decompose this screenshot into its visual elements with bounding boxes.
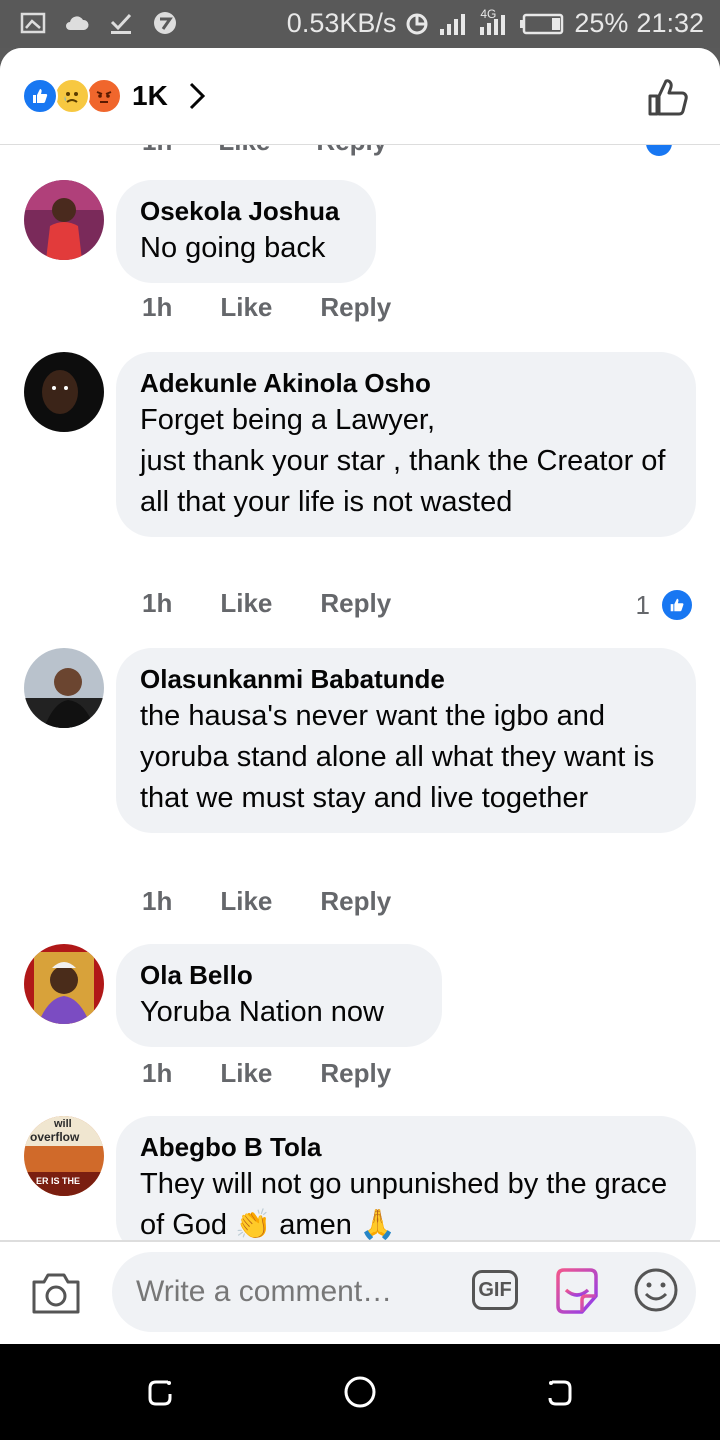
camera-icon[interactable] xyxy=(30,1270,82,1316)
comment-time: 1h xyxy=(142,886,173,916)
status-bar: 0.53KB/s 4G 25% 21:32 xyxy=(0,0,720,48)
comment-author[interactable]: Adekunle Akinola Osho xyxy=(140,366,672,400)
sync-icon xyxy=(406,13,428,34)
clock: 21:32 xyxy=(636,8,704,38)
reaction-number: 1 xyxy=(635,589,650,620)
reaction-count: 1K xyxy=(132,80,168,111)
comment-author[interactable]: Abegbo B Tola xyxy=(140,1130,672,1164)
avatar[interactable]: will overflow ER IS THE xyxy=(24,1116,104,1196)
comment-text: No going back xyxy=(140,232,326,264)
reply-link[interactable]: Reply xyxy=(320,588,391,619)
avatar[interactable] xyxy=(24,352,104,432)
reply-link[interactable]: Reply xyxy=(320,292,391,323)
partial-like-badge xyxy=(646,144,672,156)
reply-link[interactable]: Reply xyxy=(316,144,387,157)
avatar[interactable] xyxy=(24,648,104,728)
signal-icon xyxy=(440,13,466,35)
comment-bubble: Adekunle Akinola Osho Forget being a Law… xyxy=(116,352,696,537)
comments-sheet: 1K 1h Like Reply Osekola Joshua No going… xyxy=(0,48,720,1344)
comment-time: 1h xyxy=(142,1058,173,1088)
reactions-header: 1K xyxy=(0,48,720,145)
home-icon[interactable] xyxy=(342,1372,378,1412)
comment-bubble: Ola Bello Yoruba Nation now xyxy=(116,944,442,1047)
avatar-text: overflow xyxy=(30,1130,80,1144)
comment-input[interactable] xyxy=(112,1252,696,1332)
chevron-right-icon[interactable] xyxy=(186,80,208,112)
comment-time: 1h xyxy=(142,588,173,618)
comment-time: 1h xyxy=(142,292,173,322)
avatar-text: ER IS THE xyxy=(36,1176,81,1186)
cloud-icon xyxy=(66,16,89,30)
like-link[interactable]: Like xyxy=(220,886,272,917)
emoji-icon[interactable] xyxy=(632,1266,680,1314)
app-icon xyxy=(154,12,176,34)
avatar-text: will xyxy=(54,1118,72,1130)
network-type-label: 4G xyxy=(480,6,497,21)
gif-label: GIF xyxy=(478,1278,512,1301)
battery-percent: 25% xyxy=(574,8,629,38)
back-icon[interactable] xyxy=(544,1372,576,1412)
comment-author[interactable]: Olasunkanmi Babatunde xyxy=(140,662,672,696)
download-done-icon xyxy=(110,13,132,34)
recents-icon[interactable] xyxy=(144,1372,176,1412)
sticker-icon[interactable] xyxy=(552,1266,602,1316)
comment-text: Yoruba Nation now xyxy=(140,996,384,1028)
system-navigation-bar xyxy=(0,1344,720,1440)
reply-link[interactable]: Reply xyxy=(320,1058,391,1089)
comment-composer: GIF xyxy=(0,1240,720,1344)
comment-author[interactable]: Ola Bello xyxy=(140,958,418,992)
comment-bubble: Abegbo B Tola They will not go unpunishe… xyxy=(116,1116,696,1240)
like-link[interactable]: Like xyxy=(220,1058,272,1089)
sad-reaction-icon xyxy=(54,78,90,114)
comment-bubble: Olasunkanmi Babatunde the hausa's never … xyxy=(116,648,696,833)
comment-actions: 1h Like Reply xyxy=(142,588,439,619)
reactions-summary[interactable]: 1K xyxy=(22,78,208,114)
comment-text: Forget being a Lawyer, just thank your s… xyxy=(140,404,666,518)
comment-time: 1h xyxy=(142,144,172,157)
comment-actions: 1h Like Reply xyxy=(142,886,439,917)
avatar[interactable] xyxy=(24,944,104,1024)
screenshot-icon xyxy=(20,12,46,34)
battery-icon xyxy=(520,13,564,34)
comment-actions: 1h Like Reply xyxy=(142,292,439,323)
comment-reaction-count[interactable]: 1 xyxy=(636,588,694,622)
reply-link[interactable]: Reply xyxy=(320,886,391,917)
like-post-icon[interactable] xyxy=(646,76,690,120)
like-link[interactable]: Like xyxy=(220,292,272,323)
like-link[interactable]: Like xyxy=(220,588,272,619)
network-speed: 0.53KB/s xyxy=(286,8,397,38)
comment-list: 1h Like Reply Osekola Joshua No going ba… xyxy=(0,144,720,1240)
comment-author[interactable]: Osekola Joshua xyxy=(140,194,352,228)
comment-bubble: Osekola Joshua No going back xyxy=(116,180,376,283)
angry-reaction-icon xyxy=(86,78,122,114)
gif-button[interactable]: GIF xyxy=(472,1270,518,1310)
signal-4g-icon: 4G xyxy=(476,7,512,37)
like-reaction-icon xyxy=(22,78,58,114)
comment-text: the hausa's never want the igbo and yoru… xyxy=(140,700,655,814)
comment-text: They will not go unpunished by the grace… xyxy=(140,1168,668,1240)
like-link[interactable]: Like xyxy=(218,144,270,157)
partial-comment-actions: 1h Like Reply xyxy=(142,144,387,157)
like-reaction-icon xyxy=(660,588,694,622)
comment-actions: 1h Like Reply xyxy=(142,1058,439,1089)
avatar[interactable] xyxy=(24,180,104,260)
